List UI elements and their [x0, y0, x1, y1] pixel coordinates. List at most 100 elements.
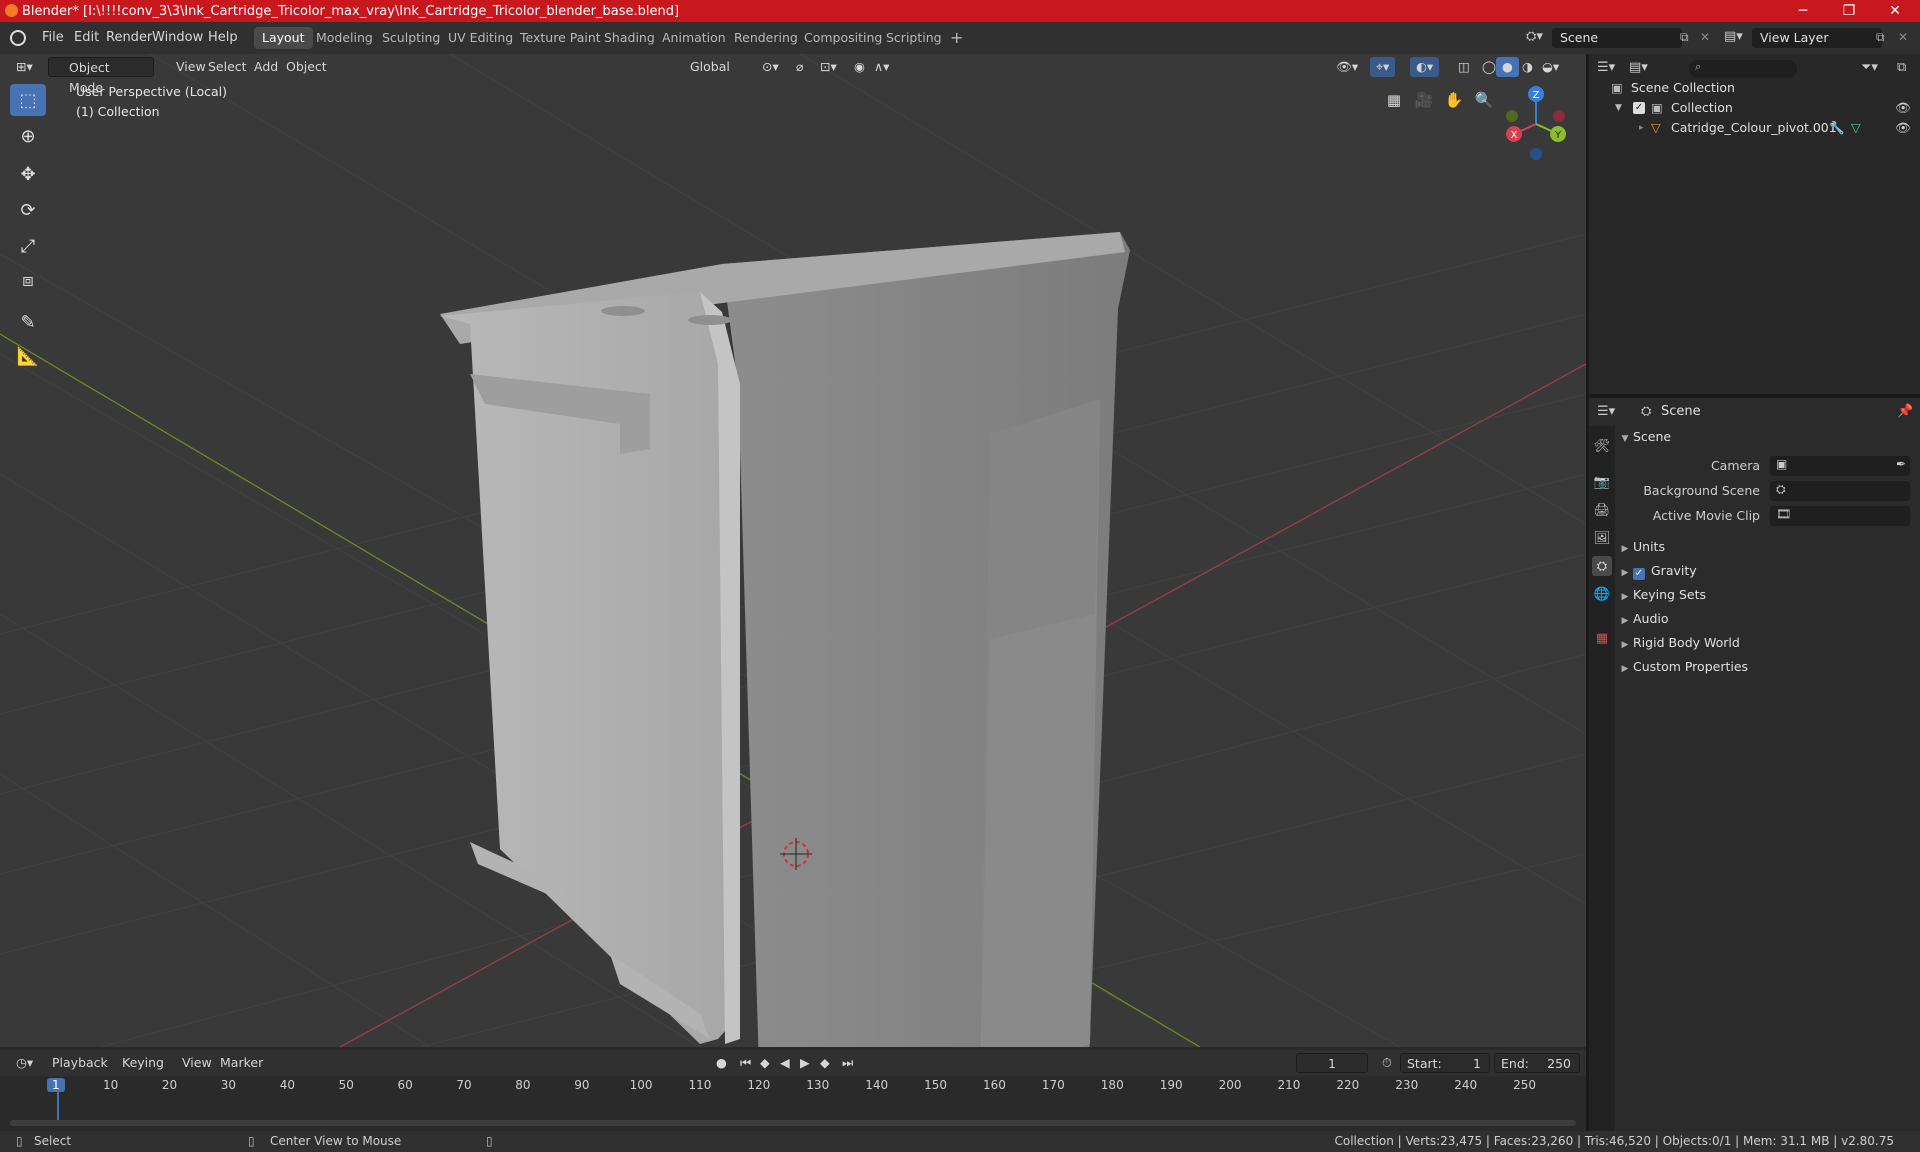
object-visibility-eye-icon[interactable]: 👁 — [1895, 118, 1911, 138]
transform-orientation-dropdown[interactable]: Global — [668, 57, 736, 77]
navigation-gizmo[interactable]: Z X Y — [1496, 84, 1576, 164]
world-properties-tab-icon[interactable]: 🌐 — [1592, 584, 1612, 604]
texture-properties-tab-icon[interactable]: ▦ — [1592, 628, 1612, 648]
pan-view-hand-icon[interactable]: ✋ — [1440, 86, 1468, 114]
move-tool-icon[interactable]: ✥ — [10, 158, 46, 190]
jump-to-end-icon[interactable]: ⏭ — [836, 1053, 859, 1073]
gravity-checkbox[interactable]: ✓ — [1633, 568, 1645, 580]
tab-texture-paint[interactable]: Texture Paint — [512, 27, 609, 49]
viewport-menu-object[interactable]: Object — [280, 57, 333, 77]
annotate-tool-icon[interactable]: ✎ — [10, 306, 46, 338]
menu-file[interactable]: File — [36, 28, 70, 48]
rendered-shading-icon[interactable]: ◒▾ — [1536, 57, 1565, 77]
timeline-menu-playback[interactable]: Playback — [46, 1053, 114, 1073]
keying-sets-panel-header[interactable]: ▶ Keying Sets — [1617, 584, 1917, 606]
maximize-button[interactable]: ❐ — [1826, 0, 1872, 22]
rotate-tool-icon[interactable]: ⟳ — [10, 194, 46, 226]
tab-uv-editing[interactable]: UV Editing — [440, 27, 521, 49]
visibility-icon[interactable]: 👁▾ — [1330, 57, 1364, 77]
object-mode-dropdown[interactable]: Object Mode — [48, 57, 154, 95]
display-mode-icon[interactable]: ▤▾ — [1629, 60, 1648, 75]
tab-modeling[interactable]: Modeling — [308, 27, 381, 49]
tab-sculpting[interactable]: Sculpting — [374, 27, 448, 49]
camera-view-icon[interactable]: 🎥 — [1410, 86, 1438, 114]
preview-range-icon[interactable]: ⏱ — [1376, 1053, 1398, 1073]
gravity-panel-header[interactable]: ▶ ✓ Gravity — [1617, 560, 1917, 582]
audio-panel-header[interactable]: ▶ Audio — [1617, 608, 1917, 630]
scene-properties-tab-icon[interactable]: ⛭ — [1592, 556, 1612, 576]
mesh-data-icon[interactable]: ▽ — [1851, 118, 1861, 138]
timeline-menu-view[interactable]: View — [176, 1053, 218, 1073]
list-item[interactable]: ▼ ✓ ▣ Collection 👁 — [1589, 98, 1920, 118]
view-layer-icon[interactable]: ▤▾ — [1724, 29, 1743, 44]
snap-icon[interactable]: ⌀ — [790, 57, 810, 77]
tool-properties-tab-icon[interactable]: 🛠 — [1592, 436, 1612, 456]
minimize-button[interactable]: ─ — [1780, 0, 1826, 22]
record-button-icon[interactable]: ● — [710, 1053, 733, 1073]
camera-field[interactable]: ▣ ✒ — [1770, 456, 1910, 476]
scene-selector-icon[interactable]: ⛭▾ — [1526, 29, 1543, 44]
scene-panel-header[interactable]: ▼ Scene — [1617, 426, 1917, 448]
filter-icon[interactable]: ⏷▾ — [1861, 60, 1878, 75]
tab-layout[interactable]: Layout — [254, 27, 313, 49]
pin-icon[interactable]: 📌 — [1897, 404, 1913, 419]
cursor-tool-icon[interactable]: ⊕ — [10, 120, 46, 152]
scene-name-field[interactable]: Scene — [1552, 28, 1682, 48]
new-collection-icon[interactable]: ⧉ — [1897, 60, 1906, 75]
jump-to-keyframe-forward-icon[interactable]: ◆ — [814, 1053, 836, 1073]
current-frame-field[interactable]: 1 — [1296, 1053, 1368, 1073]
select-box-tool-icon[interactable]: ⬚ — [10, 84, 46, 116]
toggle-grid-icon[interactable]: ▦ — [1380, 86, 1408, 114]
expand-collection-icon[interactable]: ▼ — [1615, 98, 1622, 118]
playhead[interactable] — [57, 1090, 59, 1120]
3d-viewport[interactable]: ⬚ ⊕ ✥ ⟳ ⤢ ⧈ ✎ 📐 User Perspective (Local)… — [0, 54, 1586, 1047]
outliner-search-input[interactable]: ⌕ — [1689, 60, 1797, 78]
viewport-menu-select[interactable]: Select — [202, 57, 253, 77]
zoom-view-icon[interactable]: 🔍 — [1470, 86, 1498, 114]
start-frame-field[interactable]: Start: 1 — [1400, 1053, 1490, 1073]
jump-to-keyframe-back-icon[interactable]: ◆ — [754, 1053, 776, 1073]
view-layer-properties-tab-icon[interactable]: 🖼 — [1592, 528, 1612, 548]
cartridge-model[interactable] — [440, 232, 1130, 1047]
tab-rendering[interactable]: Rendering — [726, 27, 806, 49]
rigid-body-world-panel-header[interactable]: ▶ Rigid Body World — [1617, 632, 1917, 654]
timeline-menu-keying[interactable]: Keying — [116, 1053, 170, 1073]
timeline-editor-type-icon[interactable]: ◷▾ — [10, 1053, 39, 1073]
timeline-scrollbar[interactable] — [10, 1120, 1576, 1126]
collection-visibility-eye-icon[interactable]: 👁 — [1895, 98, 1911, 118]
list-item[interactable]: ▣ Scene Collection — [1589, 78, 1920, 98]
scale-tool-icon[interactable]: ⤢ — [10, 230, 46, 262]
active-movie-clip-field[interactable]: 🎞 — [1770, 506, 1910, 526]
show-gizmo-icon[interactable]: ⌖▾ — [1370, 57, 1396, 77]
end-frame-field[interactable]: End: 250 — [1494, 1053, 1580, 1073]
xray-icon[interactable]: ◫ — [1452, 57, 1476, 77]
menu-help[interactable]: Help — [202, 28, 244, 48]
expand-object-icon[interactable]: ▸ — [1639, 118, 1644, 138]
eyedropper-icon[interactable]: ✒ — [1896, 457, 1906, 471]
timeline-menu-marker[interactable]: Marker — [214, 1053, 269, 1073]
background-scene-field[interactable]: ⛭ — [1770, 481, 1910, 501]
blender-menu-icon[interactable] — [10, 30, 26, 46]
outliner-editor-type-icon[interactable]: ☰▾ — [1597, 60, 1615, 75]
delete-scene-icon[interactable]: ✕ — [1700, 30, 1710, 44]
falloff-icon[interactable]: ∧▾ — [868, 57, 895, 77]
tab-shading[interactable]: Shading — [596, 27, 663, 49]
new-scene-icon[interactable]: ⧉ — [1680, 30, 1689, 45]
editor-type-icon[interactable]: ⊞▾ — [10, 57, 39, 77]
tab-animation[interactable]: Animation — [654, 27, 734, 49]
tab-compositing[interactable]: Compositing — [796, 27, 890, 49]
view-layer-field[interactable]: View Layer — [1752, 28, 1882, 48]
output-properties-tab-icon[interactable]: 🖨 — [1592, 500, 1612, 520]
close-window-button[interactable]: ✕ — [1872, 0, 1918, 22]
pivot-point-icon[interactable]: ⊙▾ — [756, 57, 785, 77]
render-properties-tab-icon[interactable]: 📷 — [1592, 472, 1612, 492]
show-overlays-icon[interactable]: ◐▾ — [1410, 57, 1440, 77]
menu-window[interactable]: Window — [146, 28, 209, 48]
add-workspace-button[interactable]: + — [942, 27, 971, 49]
custom-properties-panel-header[interactable]: ▶ Custom Properties — [1617, 656, 1917, 678]
new-view-layer-icon[interactable]: ⧉ — [1876, 30, 1885, 45]
snap-target-icon[interactable]: ⊡▾ — [814, 57, 843, 77]
list-item[interactable]: ▸ ▽ Catridge_Colour_pivot.001 🔧 ▽ 👁 — [1589, 118, 1920, 138]
tab-scripting[interactable]: Scripting — [878, 27, 950, 49]
modifier-wrench-icon[interactable]: 🔧 — [1829, 118, 1845, 138]
